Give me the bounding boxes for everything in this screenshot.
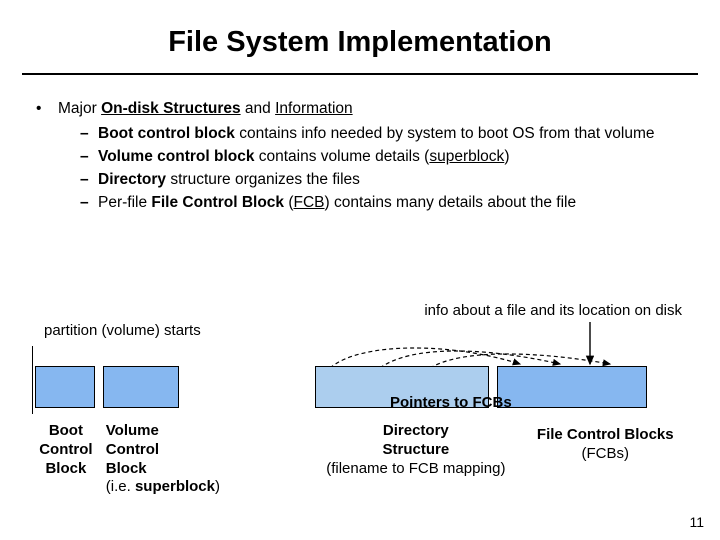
- underline-text: FCB: [294, 194, 325, 211]
- diagram: partition (volume) starts info about a f…: [30, 302, 690, 520]
- text: Major: [58, 100, 101, 117]
- gap: [253, 422, 311, 497]
- text: File Control Blocks: [537, 426, 674, 443]
- text: contains volume details (: [254, 148, 429, 165]
- text: Control: [39, 441, 92, 458]
- text: Control: [106, 441, 159, 458]
- text: Volume: [106, 422, 159, 439]
- sub-bullets: – Boot control block contains info neede…: [58, 124, 684, 214]
- bullet-content: Major On-disk Structures and Information…: [58, 99, 684, 216]
- text: ): [215, 478, 220, 495]
- boot-control-block: [35, 366, 95, 408]
- sub-bullet: – Per-file File Control Block (FCB) cont…: [80, 193, 684, 214]
- text: (filename to FCB mapping): [326, 460, 505, 477]
- slide-title: File System Implementation: [0, 0, 720, 73]
- text: Directory: [383, 422, 449, 439]
- bold: superblock: [135, 478, 215, 495]
- text: ): [504, 148, 509, 165]
- partition-start-bar: [32, 346, 33, 414]
- slide: File System Implementation • Major On-di…: [0, 0, 720, 540]
- gap: [187, 387, 315, 388]
- text: Block: [45, 460, 86, 477]
- text: ) contains many details about the file: [325, 194, 577, 211]
- dash: –: [80, 147, 98, 168]
- text: (: [284, 194, 293, 211]
- label-boot: Boot Control Block: [30, 422, 102, 497]
- text: Boot: [49, 422, 83, 439]
- dash: –: [80, 170, 98, 191]
- bold: Volume control block: [98, 148, 254, 165]
- annotation-partition-start: partition (volume) starts: [44, 322, 201, 339]
- underline-text: On-disk Structures: [101, 100, 241, 117]
- underline-text: Information: [275, 100, 353, 117]
- text: contains info needed by system to boot O…: [235, 125, 655, 142]
- label-volume: Volume Control Block (i.e. superblock): [102, 422, 254, 497]
- pointers-to-fcbs-label: Pointers to FCBs: [390, 394, 512, 411]
- underline-text: superblock: [429, 148, 504, 165]
- sub-bullet: – Boot control block contains info neede…: [80, 124, 684, 145]
- sub-text: Boot control block contains info needed …: [98, 124, 684, 145]
- bullet-level1: • Major On-disk Structures and Informati…: [36, 99, 684, 216]
- bullet-dot: •: [36, 99, 58, 216]
- text: Per-file: [98, 194, 151, 211]
- label-directory: Directory Structure (filename to FCB map…: [311, 422, 520, 497]
- text: Structure: [382, 441, 449, 458]
- text: Block: [106, 460, 147, 477]
- dash: –: [80, 193, 98, 214]
- block-row: [35, 366, 655, 408]
- volume-control-block: [103, 366, 179, 408]
- text: and: [241, 100, 275, 117]
- sub-bullet: – Volume control block contains volume d…: [80, 147, 684, 168]
- text: structure organizes the files: [166, 171, 360, 188]
- dash: –: [80, 124, 98, 145]
- fcbs-block: [497, 366, 647, 408]
- sub-text: Per-file File Control Block (FCB) contai…: [98, 193, 684, 214]
- sub-text: Directory structure organizes the files: [98, 170, 684, 191]
- page-number: 11: [689, 514, 704, 530]
- text: (i.e.: [106, 478, 135, 495]
- sub-text: Volume control block contains volume det…: [98, 147, 684, 168]
- text: (FCBs): [582, 445, 630, 462]
- block-labels: Boot Control Block Volume Control Block …: [30, 422, 690, 497]
- label-fcbs: File Control Blocks (FCBs): [521, 422, 690, 497]
- sub-bullet: – Directory structure organizes the file…: [80, 170, 684, 191]
- annotation-file-info: info about a file and its location on di…: [424, 302, 682, 319]
- bold: Directory: [98, 171, 166, 188]
- slide-body: • Major On-disk Structures and Informati…: [0, 75, 720, 216]
- bold: Boot control block: [98, 125, 235, 142]
- bullet-headline: Major On-disk Structures and Information: [58, 99, 684, 120]
- bold: File Control Block: [151, 194, 284, 211]
